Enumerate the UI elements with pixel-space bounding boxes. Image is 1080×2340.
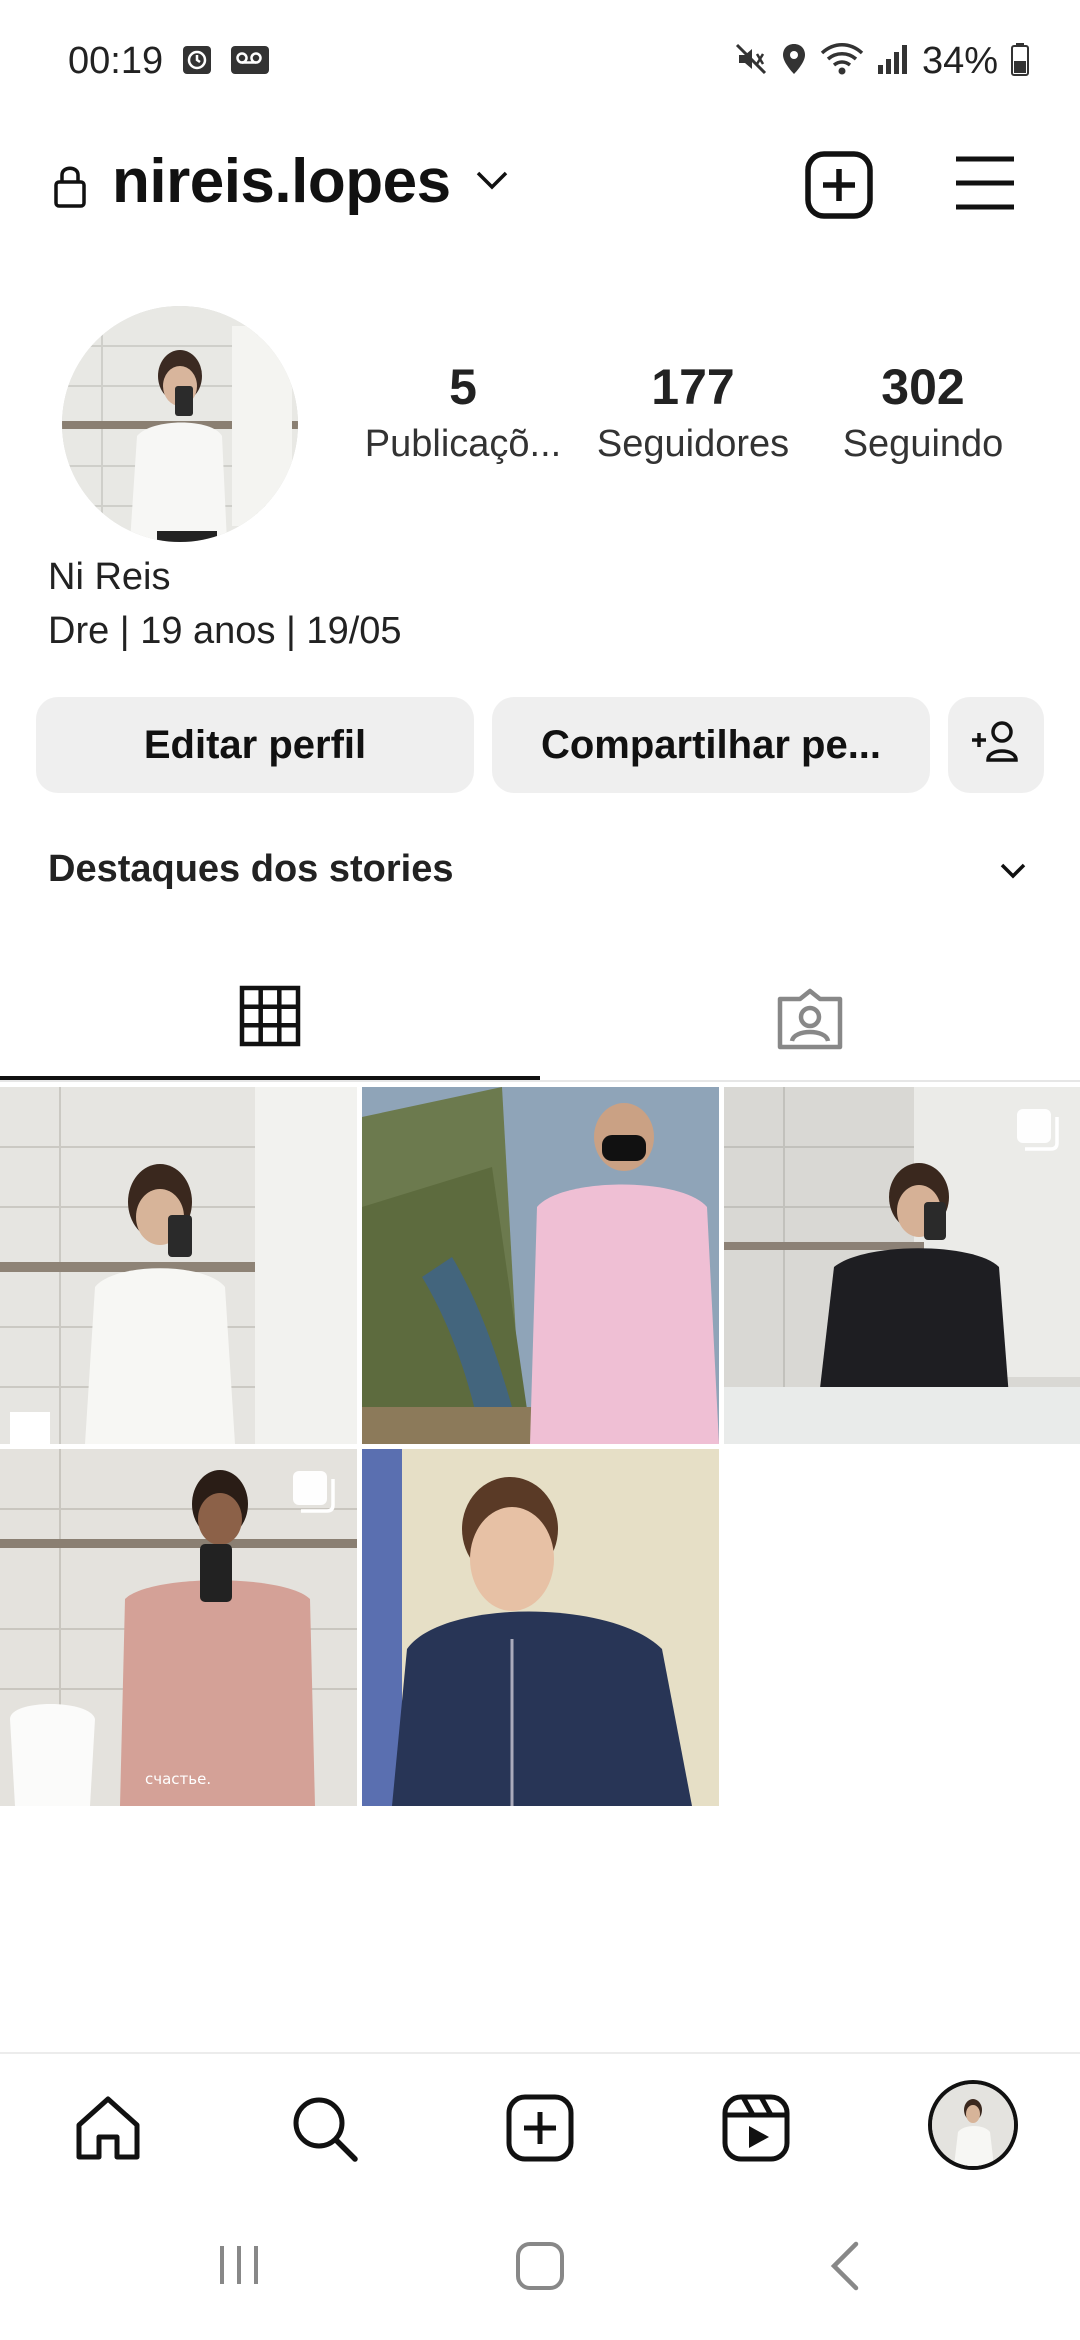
add-user-icon — [970, 718, 1022, 772]
followers-number: 177 — [651, 359, 735, 415]
location-icon — [780, 42, 808, 81]
profile-tabs — [0, 960, 1080, 1082]
create-icon — [505, 2093, 575, 2168]
posts-count[interactable]: 5 Publicaçõ... — [348, 360, 578, 500]
post-thumbnail[interactable] — [362, 1449, 719, 1806]
chevron-down-icon[interactable] — [996, 860, 1030, 887]
posts-label: Publicaçõ... — [364, 423, 562, 465]
alarm-icon — [182, 45, 212, 80]
battery-icon — [1010, 42, 1030, 81]
nav-create[interactable] — [500, 2090, 580, 2170]
voicemail-icon — [230, 45, 270, 80]
followers-count[interactable]: 177 Seguidores — [578, 360, 808, 500]
bottom-navigation — [0, 2052, 1080, 2198]
following-number: 302 — [881, 359, 965, 415]
search-icon — [289, 2093, 359, 2168]
username-switcher[interactable]: nireis.lopes — [112, 146, 451, 217]
status-time: 00:19 — [68, 40, 164, 82]
nav-reels[interactable] — [716, 2090, 796, 2170]
share-profile-button[interactable]: Compartilhar pe... — [492, 697, 930, 793]
signal-icon — [876, 43, 910, 80]
recent-apps-icon[interactable] — [214, 2240, 264, 2295]
story-highlights-toggle[interactable]: Destaques dos stories — [48, 848, 453, 891]
posts-number: 5 — [449, 359, 477, 415]
profile-bio: Dre | 19 anos | 19/05 — [48, 610, 402, 652]
edit-profile-button[interactable]: Editar perfil — [36, 697, 474, 793]
status-bar: 00:19 34% — [0, 0, 1080, 120]
chevron-down-icon[interactable] — [474, 168, 510, 197]
profile-header: nireis.lopes — [0, 140, 1080, 230]
following-label: Seguindo — [842, 423, 1004, 465]
system-navigation — [0, 2198, 1080, 2340]
mute-icon — [734, 42, 768, 81]
nav-profile-avatar[interactable] — [928, 2080, 1018, 2170]
discover-people-button[interactable] — [948, 697, 1044, 793]
wifi-icon — [820, 42, 864, 81]
profile-avatar[interactable] — [62, 306, 298, 542]
multiple-photos-icon — [1015, 1107, 1061, 1158]
tab-tagged[interactable] — [540, 960, 1080, 1082]
svg-text:счастье.: счастье. — [145, 1770, 211, 1788]
post-thumbnail[interactable] — [0, 1087, 357, 1444]
followers-label: Seguidores — [596, 423, 790, 465]
battery-percent: 34% — [921, 40, 998, 82]
lock-icon — [52, 162, 88, 213]
home-button-icon[interactable] — [514, 2240, 566, 2297]
back-icon[interactable] — [826, 2240, 866, 2297]
nav-search[interactable] — [284, 2090, 364, 2170]
nav-home[interactable] — [68, 2090, 148, 2170]
following-count[interactable]: 302 Seguindo — [808, 360, 1038, 500]
grid-icon — [239, 985, 301, 1052]
home-icon — [73, 2093, 143, 2168]
tab-posts-grid[interactable] — [0, 960, 540, 1080]
menu-icon[interactable] — [954, 154, 1016, 217]
post-thumbnail[interactable]: счастье. — [0, 1449, 357, 1806]
tagged-icon — [776, 987, 844, 1056]
post-thumbnail[interactable] — [724, 1087, 1080, 1444]
reels-icon — [721, 2093, 791, 2168]
display-name: Ni Reis — [48, 556, 171, 598]
profile-stats: 5 Publicaçõ... 177 Seguidores 302 Seguin… — [348, 360, 1038, 500]
multiple-photos-icon — [291, 1469, 337, 1520]
post-thumbnail[interactable] — [362, 1087, 719, 1444]
new-post-icon[interactable] — [804, 150, 874, 225]
